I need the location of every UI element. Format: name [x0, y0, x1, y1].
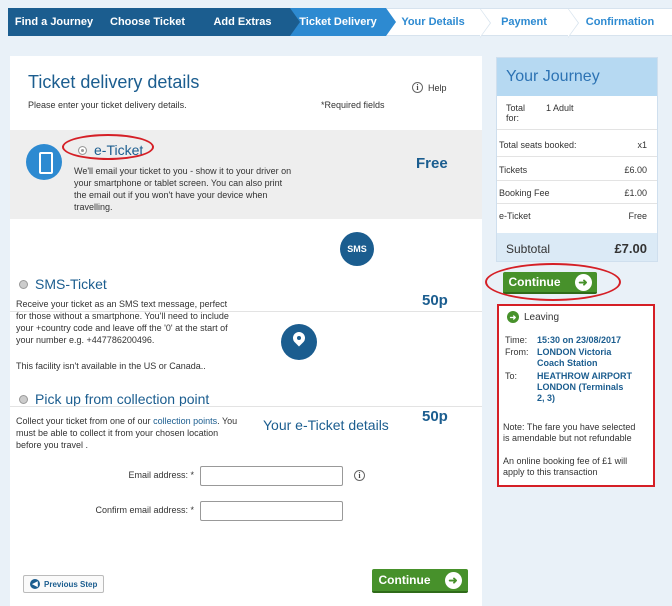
- continue-button[interactable]: Continue ➜: [372, 569, 468, 593]
- email-info-icon[interactable]: i: [354, 470, 365, 481]
- eticket-fee-value: Free: [628, 211, 647, 221]
- sms-availability-note: This facility isn't available in the US …: [16, 361, 206, 371]
- collection-description: Collect your ticket from one of our coll…: [16, 416, 238, 450]
- page-title: Ticket delivery details: [28, 72, 200, 92]
- fare-note: Note: The fare you have selected is amen…: [503, 422, 636, 443]
- divider: [497, 129, 657, 130]
- previous-step-label: Previous Step: [44, 579, 98, 589]
- sms-icon: SMS: [340, 232, 374, 266]
- confirm-email-field[interactable]: [200, 501, 343, 521]
- email-label: Email address: *: [128, 470, 194, 480]
- leaving-details: ➜ Leaving Time: 15:30 on 23/08/2017 From…: [497, 304, 655, 487]
- sms-price: 50p: [422, 292, 448, 309]
- divider: [497, 203, 657, 204]
- leaving-heading: Leaving: [524, 311, 560, 323]
- divider: [10, 406, 482, 407]
- seats-value: x1: [637, 140, 647, 150]
- eticket-description: We'll email your ticket to you - show it…: [74, 166, 292, 212]
- help-label: Help: [428, 82, 447, 93]
- total-value: 1 Adult: [546, 103, 574, 113]
- highlight-ellipse: [62, 134, 154, 160]
- collection-points-link[interactable]: collection points: [153, 416, 217, 426]
- collection-radio[interactable]: [19, 394, 28, 404]
- highlight-ellipse: [485, 263, 621, 301]
- seats-label: Total seats booked:: [499, 140, 577, 150]
- required-note: *Required fields: [321, 100, 385, 110]
- divider: [497, 156, 657, 157]
- continue-label: Continue: [378, 573, 431, 587]
- tickets-label: Tickets: [499, 165, 528, 175]
- time-label: Time:: [505, 335, 528, 345]
- divider: [497, 180, 657, 181]
- step-label: Payment: [501, 16, 547, 28]
- step-choose-ticket[interactable]: Choose Ticket: [100, 8, 205, 36]
- confirm-email-label: Confirm email address: *: [95, 505, 194, 515]
- step-label: Find a Journey: [14, 16, 94, 28]
- step-add-extras[interactable]: Add Extras: [195, 8, 300, 36]
- booking-fee-value: £1.00: [624, 188, 647, 198]
- booking-fee-label: Booking Fee: [499, 188, 550, 198]
- eticket-price: Free: [416, 155, 448, 172]
- from-value: LONDON Victoria Coach Station: [537, 347, 612, 368]
- eticket-details-heading: Your e-Ticket details: [263, 417, 389, 433]
- subtotal-row: Subtotal £7.00: [497, 233, 657, 261]
- step-your-details: Your Details: [386, 8, 491, 38]
- sms-description: Receive your ticket as an SMS text messa…: [16, 299, 229, 345]
- your-journey-panel: Your Journey Total for: 1 Adult Total se…: [496, 57, 658, 262]
- ticket-delivery-panel: Ticket delivery details Please enter you…: [10, 56, 482, 606]
- sms-option[interactable]: SMS-Ticket: [19, 276, 107, 292]
- step-label: Your Details: [401, 16, 465, 28]
- journey-heading: Your Journey: [497, 58, 657, 96]
- from-label: From:: [505, 347, 529, 357]
- location-pin-icon: [281, 324, 317, 360]
- subtotal-label: Subtotal: [506, 242, 551, 256]
- page-subtitle: Please enter your ticket delivery detail…: [28, 100, 187, 110]
- step-label: Add Extras: [213, 16, 272, 28]
- progress-steps: Find a Journey Choose Ticket Add Extras …: [8, 8, 672, 38]
- tickets-value: £6.00: [624, 165, 647, 175]
- arrow-left-icon: ◀: [30, 579, 40, 589]
- subtotal-value: £7.00: [614, 241, 647, 256]
- step-ticket-delivery: Ticket Delivery: [290, 8, 396, 36]
- sms-label: SMS-Ticket: [35, 276, 107, 292]
- collection-price: 50p: [422, 408, 448, 425]
- step-label: Choose Ticket: [110, 16, 185, 28]
- previous-step-button[interactable]: ◀ Previous Step: [23, 575, 105, 593]
- step-find-a-journey[interactable]: Find a Journey: [8, 8, 110, 36]
- step-confirmation: Confirmation: [568, 8, 672, 36]
- total-label-2: for:: [506, 113, 520, 123]
- email-field[interactable]: [200, 466, 343, 486]
- to-label: To:: [505, 371, 518, 381]
- to-value: HEATHROW AIRPORT LONDON (Terminals 2, 3): [537, 371, 632, 403]
- sms-radio[interactable]: [19, 279, 28, 289]
- eticket-option[interactable]: e-Ticket We'll email your ticket to you …: [10, 130, 482, 219]
- booking-fee-note: An online booking fee of £1 will apply t…: [503, 456, 628, 477]
- info-icon: i: [412, 82, 423, 93]
- collection-label: Pick up from collection point: [35, 391, 210, 407]
- time-value: 15:30 on 23/08/2017: [537, 335, 622, 345]
- step-label: Confirmation: [585, 16, 655, 28]
- collection-option[interactable]: Pick up from collection point: [19, 391, 209, 407]
- eticket-fee-label: e-Ticket: [499, 211, 531, 221]
- step-label: Ticket Delivery: [299, 16, 377, 28]
- arrow-right-icon: ➜: [444, 571, 462, 589]
- step-payment: Payment: [480, 8, 579, 38]
- arrow-right-icon: ➜: [507, 311, 519, 323]
- help-link[interactable]: i Help: [412, 82, 447, 93]
- smartphone-icon: [26, 144, 62, 180]
